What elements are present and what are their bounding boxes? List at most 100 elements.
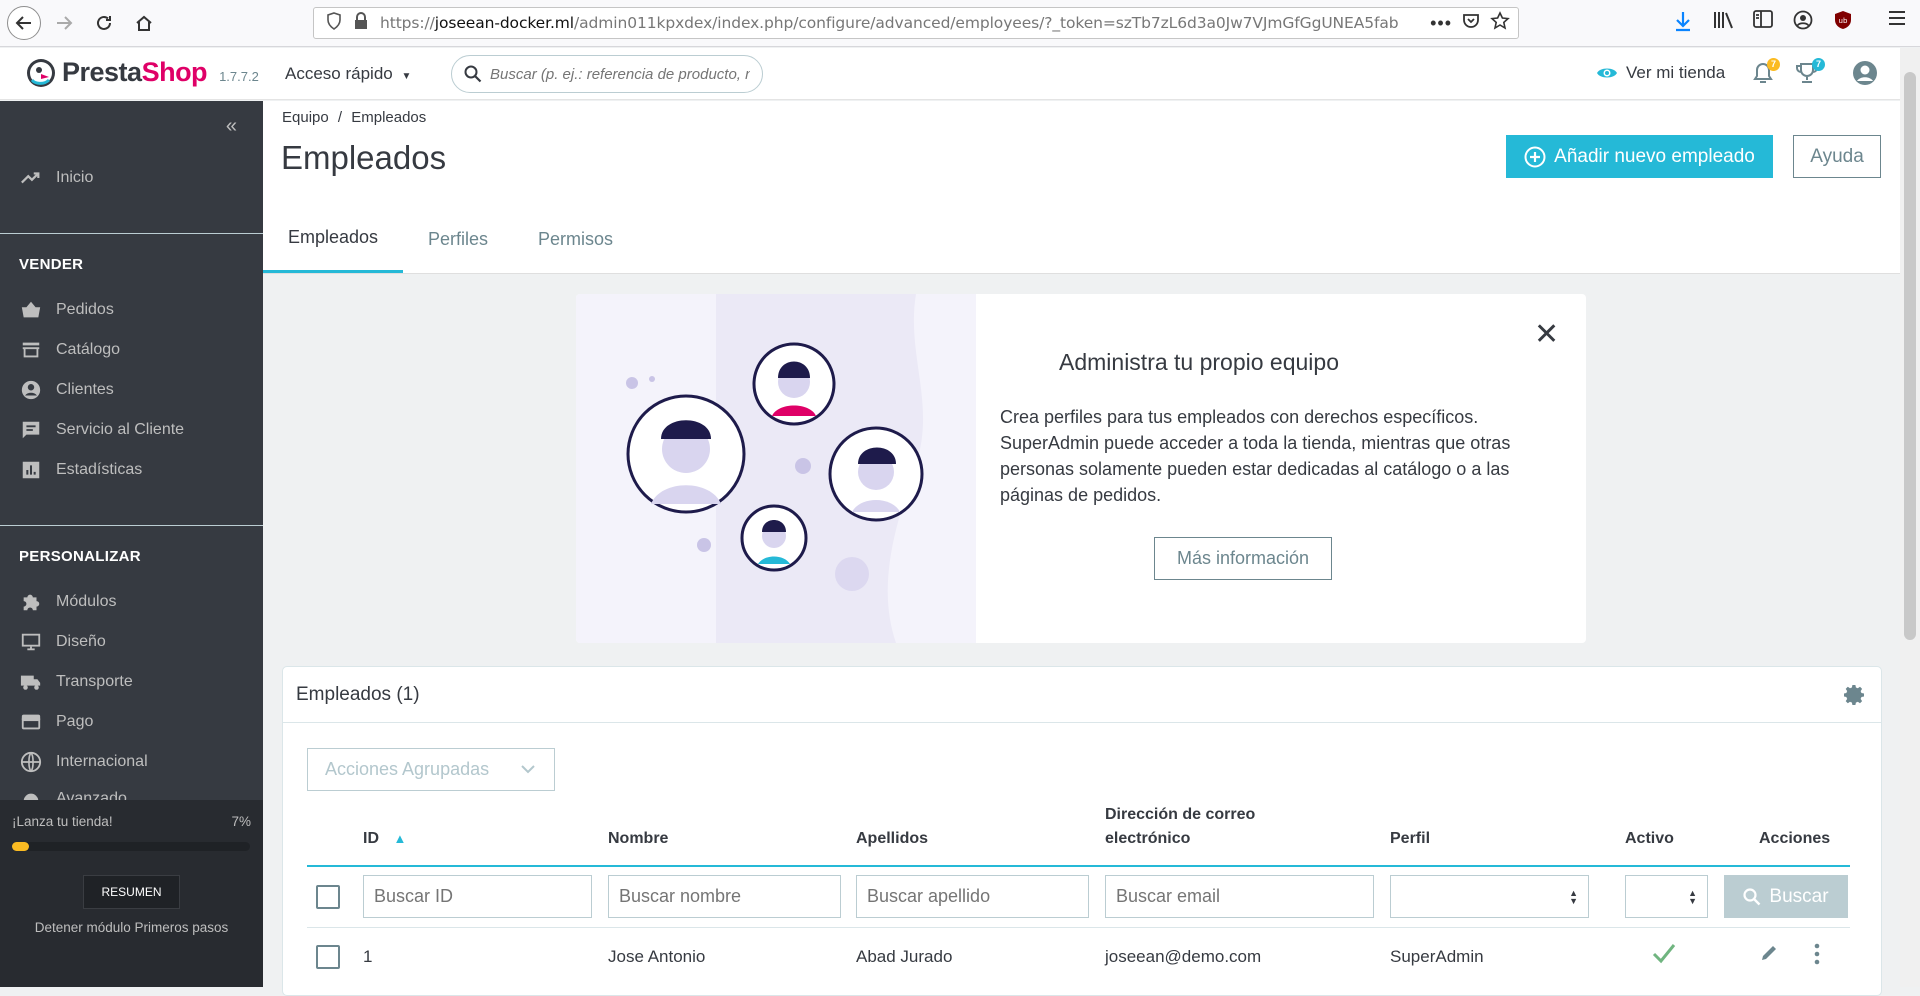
more-actions-icon[interactable] [1813,943,1821,970]
home-icon[interactable] [127,6,161,40]
version-label: 1.7.7.2 [219,69,259,84]
sidebar-item-diseno[interactable]: Diseño [0,622,263,662]
tab-empleados[interactable]: Empleados [263,205,403,273]
column-last-name[interactable]: Apellidos [856,827,928,851]
tab-perfiles[interactable]: Perfiles [428,205,488,273]
bulk-actions-dropdown[interactable]: Acciones Agrupadas [307,748,555,791]
breadcrumb-current: Empleados [351,109,427,126]
quick-access-dropdown[interactable]: Acceso rápido ▼ [285,64,411,84]
resume-button[interactable]: RESUMEN [83,875,180,909]
column-email-line2: electrónico [1105,830,1191,847]
sidebar-icon[interactable] [1753,10,1773,28]
team-illustration [576,294,976,643]
sidebar-item-modulos[interactable]: Módulos [0,582,263,622]
sidebar-item-servicio[interactable]: Servicio al Cliente [0,410,263,450]
view-shop-label: Ver mi tienda [1626,63,1726,82]
column-id[interactable]: ID ▲ [363,827,406,851]
collapse-sidebar-icon[interactable]: « [226,115,237,138]
sidebar-item-label: Estadísticas [56,461,143,478]
bookmark-star-icon[interactable] [1490,10,1510,36]
tab-permisos[interactable]: Permisos [538,205,613,273]
help-button[interactable]: Ayuda [1793,135,1881,178]
column-id-label: ID [363,830,379,847]
header-search[interactable] [451,55,763,93]
column-email[interactable]: Dirección de correo electrónico [1105,803,1255,851]
back-icon[interactable] [7,6,41,40]
user-avatar-icon[interactable] [1852,60,1878,91]
sidebar-item-pedidos[interactable]: Pedidos [0,290,263,330]
menu-icon[interactable] [1888,10,1906,26]
filter-email-input[interactable] [1105,875,1374,918]
view-shop-link[interactable]: Ver mi tienda [1596,63,1725,83]
sidebar-item-estadisticas[interactable]: Estadísticas [0,450,263,490]
notifications-badge: 7 [1767,58,1780,71]
column-email-line1: Dirección de correo [1105,806,1256,823]
sidebar-item-pago[interactable]: Pago [0,702,263,742]
sidebar: « Inicio VENDER Pedidos Catálogo Cliente… [0,101,263,987]
filter-profile-select[interactable]: ▲ ▼ [1390,875,1589,918]
cell-profile: SuperAdmin [1390,947,1484,966]
sidebar-item-label: Diseño [56,633,106,650]
more-info-button[interactable]: Más información [1154,537,1332,580]
trending-up-icon [21,172,40,184]
eye-icon [1597,68,1617,78]
scrollbar-thumb[interactable] [1904,72,1916,640]
download-icon[interactable] [1673,10,1693,32]
edit-icon[interactable] [1759,943,1779,968]
shield-icon[interactable] [326,11,342,35]
page-scrollbar[interactable] [1900,48,1920,987]
url-domain: joseean-docker.ml [434,14,575,32]
settings-icon [23,793,39,800]
close-icon[interactable]: ✕ [1534,320,1559,350]
sidebar-section-sell: VENDER [19,256,84,273]
lock-icon[interactable] [354,11,368,35]
reload-icon[interactable] [87,6,121,40]
forward-icon[interactable] [47,6,81,40]
filter-id-input[interactable] [363,875,592,918]
ublock-icon[interactable]: ub [1834,10,1852,30]
stop-onboarding-link[interactable]: Detener módulo Primeros pasos [0,920,263,935]
bar-chart-icon [22,461,40,479]
search-button[interactable]: Buscar [1724,875,1848,918]
cell-id: 1 [363,947,373,966]
url-bar[interactable]: https://joseean-docker.ml/admin011kpxdex… [313,7,1519,39]
trophy-icon[interactable]: 7 [1795,58,1825,90]
tab-label: Perfiles [428,228,489,249]
url-text[interactable]: https://joseean-docker.ml/admin011kpxdex… [380,14,1420,32]
sidebar-item-catalogo[interactable]: Catálogo [0,330,263,370]
row-divider [307,927,1850,928]
column-active[interactable]: Activo [1625,827,1674,851]
select-arrows-icon: ▲ ▼ [1569,888,1578,906]
chat-icon [22,421,40,439]
gear-icon[interactable] [1843,683,1867,713]
search-input[interactable] [490,65,750,83]
add-employee-button[interactable]: Añadir nuevo empleado [1506,135,1773,178]
account-icon[interactable] [1793,10,1813,30]
tab-label: Permisos [538,228,614,249]
sidebar-item-clientes[interactable]: Clientes [0,370,263,410]
onboarding-title: ¡Lanza tu tienda! [12,814,113,829]
logo[interactable]: PrestaShop 1.7.7.2 [26,57,259,88]
filter-first-name-input[interactable] [608,875,841,918]
sidebar-item-avanzado[interactable]: Avanzado [0,782,263,800]
select-all-checkbox[interactable] [316,885,340,909]
url-prefix: https:// [380,14,435,32]
column-first-name[interactable]: Nombre [608,827,668,851]
sort-asc-icon[interactable]: ▲ [393,831,406,846]
more-icon[interactable]: ••• [1430,13,1452,34]
breadcrumb: Equipo / Empleados [282,109,426,126]
sidebar-item-transporte[interactable]: Transporte [0,662,263,702]
filter-active-select[interactable]: ▲ ▼ [1625,875,1708,918]
column-profile[interactable]: Perfil [1390,827,1430,851]
notifications-icon[interactable]: 7 [1752,58,1780,90]
breadcrumb-parent[interactable]: Equipo [282,109,329,126]
active-check-icon[interactable] [1652,942,1676,969]
sidebar-item-inicio[interactable]: Inicio [0,158,263,198]
filter-last-name-input[interactable] [856,875,1089,918]
row-checkbox[interactable] [316,945,340,969]
sidebar-item-internacional[interactable]: Internacional [0,742,263,782]
library-icon[interactable] [1713,10,1735,30]
browser-toolbar: https://joseean-docker.ml/admin011kpxdex… [0,0,1920,47]
pocket-icon[interactable] [1462,12,1480,35]
onboarding-percent: 7% [231,814,251,829]
